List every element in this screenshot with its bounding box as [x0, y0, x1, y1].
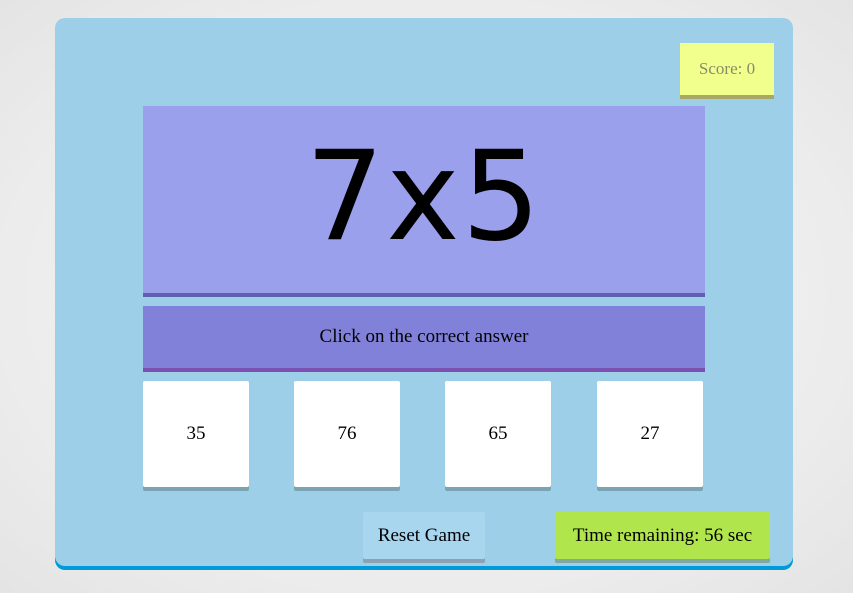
question-text: 7x5	[305, 124, 543, 269]
question-box: 7x5	[143, 106, 705, 293]
reset-game-button[interactable]: Reset Game	[363, 512, 485, 559]
answer-choice-1[interactable]: 35	[143, 381, 249, 487]
answer-choice-3[interactable]: 65	[445, 381, 551, 487]
game-panel: Score: 0 7x5 Click on the correct answer…	[55, 18, 793, 566]
time-remaining-display: Time remaining: 56 sec	[555, 512, 770, 559]
answer-choice-2[interactable]: 76	[294, 381, 400, 487]
instruction-banner: Click on the correct answer	[143, 306, 705, 368]
score-display: Score: 0	[680, 43, 774, 95]
answer-choice-4[interactable]: 27	[597, 381, 703, 487]
